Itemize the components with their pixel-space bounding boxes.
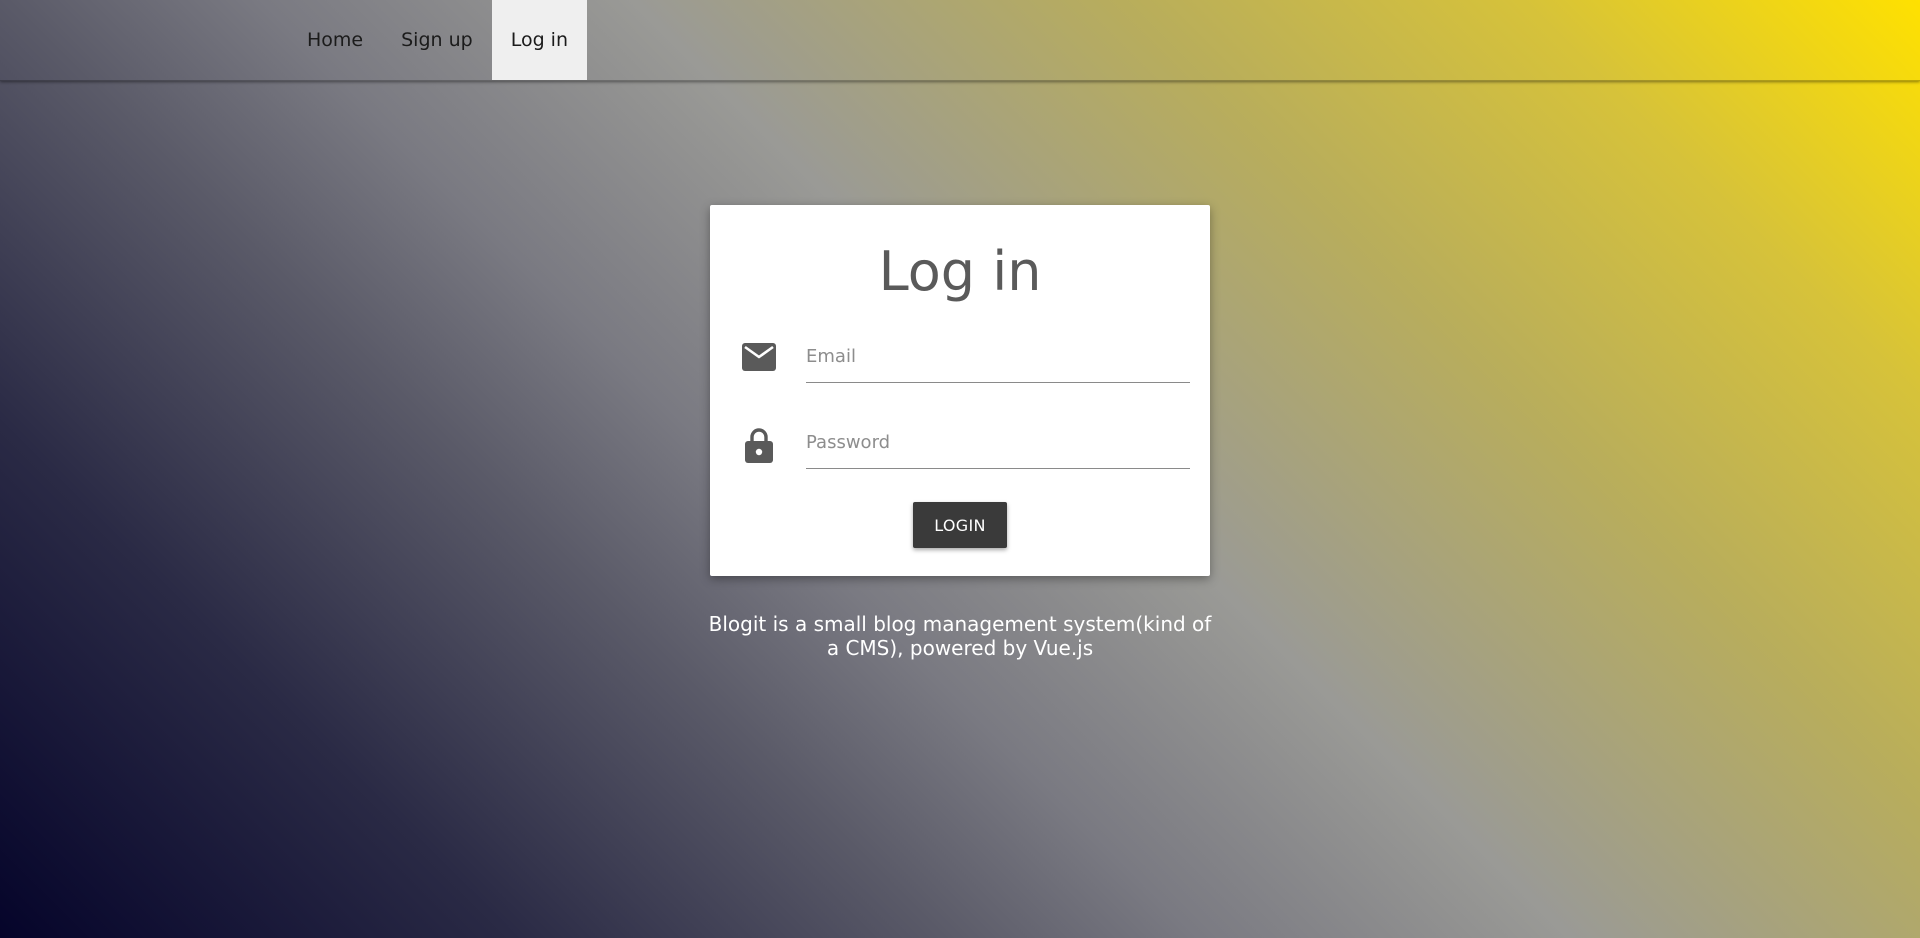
tagline-text: Blogit is a small blog management system… (708, 612, 1212, 660)
nav-item-home[interactable]: Home (288, 0, 382, 80)
nav-menu: Home Sign up Log in (288, 0, 587, 80)
nav-item-log-in[interactable]: Log in (491, 0, 587, 80)
email-row (742, 335, 1190, 383)
password-input[interactable] (806, 421, 1190, 469)
password-row (742, 421, 1190, 469)
nav-item-sign-up[interactable]: Sign up (382, 0, 492, 80)
top-navbar: Home Sign up Log in (0, 0, 1920, 81)
lock-icon (745, 427, 773, 463)
login-button[interactable]: LOGIN (913, 502, 1007, 548)
login-card: Log in LOGIN (710, 205, 1210, 576)
login-title: Log in (878, 240, 1042, 303)
email-input[interactable] (806, 335, 1190, 383)
mail-icon (742, 343, 776, 375)
